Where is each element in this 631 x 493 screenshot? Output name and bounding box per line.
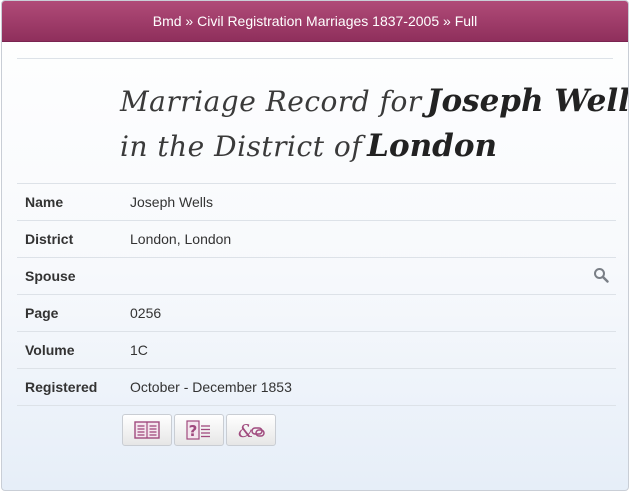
record-details-button[interactable] [122, 414, 172, 446]
link-button[interactable]: & [226, 414, 276, 446]
table-row: Page 0256 [17, 294, 616, 332]
row-label: Page [17, 294, 121, 332]
breadcrumb-civil-registration-marriages[interactable]: Civil Registration Marriages 1837-2005 [197, 13, 439, 29]
table-row: Registered October - December 1853 [17, 368, 616, 406]
breadcrumb-full: Full [454, 13, 478, 29]
divider [17, 58, 613, 59]
table-row: Spouse [17, 257, 616, 295]
row-value: Joseph Wells [121, 183, 586, 221]
row-label: Volume [17, 331, 121, 369]
row-value: London, London [121, 220, 586, 258]
search-icon[interactable] [586, 257, 616, 295]
record-table: Name Joseph Wells District London, Londo… [17, 183, 616, 406]
title-district: London [367, 128, 498, 164]
question-document-icon: ? [186, 420, 210, 440]
breadcrumb: Bmd » Civil Registration Marriages 1837-… [2, 1, 628, 42]
link-icon: & [238, 421, 265, 441]
row-label: Spouse [17, 257, 121, 295]
title-name: Joseph Wells [426, 83, 629, 119]
row-value [121, 257, 586, 295]
row-label: Registered [17, 368, 121, 406]
breadcrumb-separator: » [185, 13, 194, 29]
unknown-record-button[interactable]: ? [174, 414, 224, 446]
record-panel: Bmd » Civil Registration Marriages 1837-… [1, 0, 629, 491]
table-row: Name Joseph Wells [17, 183, 616, 221]
row-value: 1C [121, 331, 586, 369]
record-details-icon [134, 421, 160, 439]
breadcrumb-bmd[interactable]: Bmd [153, 13, 182, 29]
svg-text:?: ? [189, 422, 198, 440]
breadcrumb-separator: » [443, 13, 451, 29]
title-mid: in the District of [120, 130, 363, 163]
title-prefix: Marriage Record for [120, 85, 422, 118]
row-label: District [17, 220, 121, 258]
action-buttons: ? & [122, 414, 276, 446]
table-row: District London, London [17, 220, 616, 258]
row-label: Name [17, 183, 121, 221]
table-row: Volume 1C [17, 331, 616, 369]
row-value: October - December 1853 [121, 368, 586, 406]
row-value: 0256 [121, 294, 586, 332]
page-title: Marriage Record for Joseph Wells in the … [120, 81, 628, 171]
